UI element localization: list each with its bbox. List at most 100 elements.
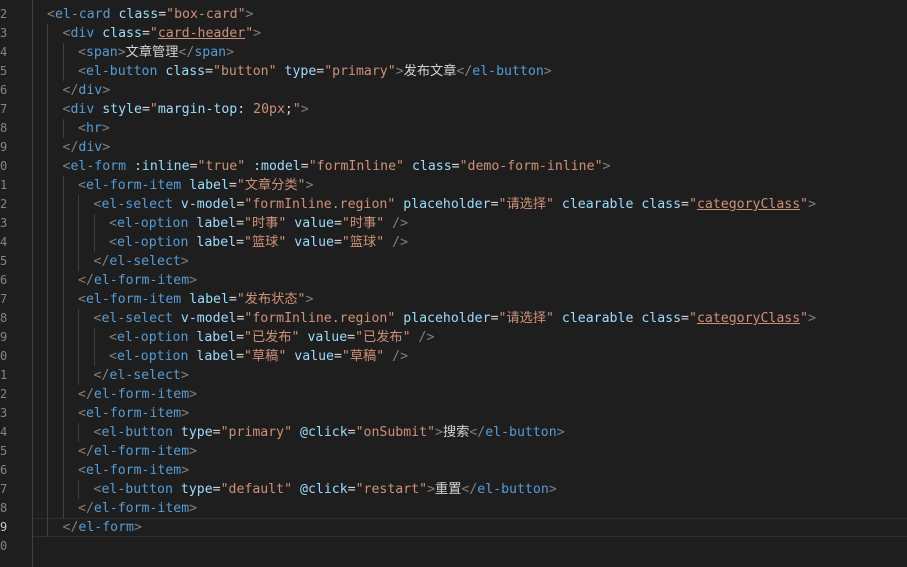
code-token: </ [469, 425, 486, 440]
code-token: /> [392, 235, 409, 250]
code-line[interactable]: <hr> [78, 119, 110, 138]
code-token: </ [62, 83, 79, 98]
code-line[interactable]: </el-form> [63, 518, 142, 537]
code-line[interactable]: <el-select v-model="formInline.region" p… [94, 309, 817, 328]
code-line[interactable]: <el-form-item> [78, 461, 189, 480]
code-token: > [543, 64, 552, 79]
line-number: 2 [0, 7, 8, 21]
code-editor[interactable]: 23456789012345678901234567890 <el-card c… [0, 0, 907, 567]
code-line[interactable]: <el-select v-model="formInline.region" p… [94, 195, 817, 214]
code-line[interactable]: <el-option label="篮球" value="篮球" /> [109, 233, 408, 252]
code-line[interactable]: </el-form-item> [78, 271, 197, 290]
code-token: " [800, 311, 809, 326]
code-token: div [78, 83, 103, 98]
code-token: label [196, 349, 237, 364]
code-token: el-form [70, 159, 127, 174]
code-token: hr [85, 121, 102, 136]
code-token: el-button [485, 425, 557, 440]
code-line[interactable]: <el-option label="已发布" value="已发布" /> [109, 328, 434, 347]
code-token: "default" [220, 482, 293, 497]
code-token: < [78, 292, 86, 307]
code-token: type [284, 64, 317, 79]
code-token: el-option [116, 235, 189, 250]
code-token: > [117, 45, 126, 60]
code-line[interactable]: <el-option label="时事" value="时事" /> [109, 214, 408, 233]
code-line[interactable]: </el-form-item> [78, 385, 197, 404]
code-token: </ [78, 444, 94, 459]
code-token: </ [178, 45, 195, 60]
indent-guide [62, 43, 64, 81]
code-token: " [689, 197, 697, 212]
code-line[interactable]: <div style="margin-top: 20px;"> [63, 100, 309, 119]
code-token: label [196, 235, 237, 250]
code-token: "primary" [324, 64, 396, 79]
code-token: ; [284, 102, 293, 117]
code-token: < [109, 235, 117, 250]
code-token: el-form-item [85, 463, 182, 478]
code-token: > [556, 425, 565, 440]
code-token: el-form-item [85, 178, 182, 193]
code-line[interactable]: </el-select> [94, 366, 189, 385]
code-line[interactable]: <el-form-item label="发布状态"> [78, 290, 313, 309]
code-line[interactable]: <el-form-item label="文章分类"> [78, 176, 313, 195]
code-token: el-form-item [93, 273, 190, 288]
code-token: > [548, 482, 557, 497]
code-token: = [236, 330, 245, 345]
code-line[interactable]: </el-form-item> [78, 499, 197, 518]
code-line[interactable]: <div class="card-header"> [63, 24, 262, 43]
code-token: > [808, 197, 817, 212]
code-line[interactable]: <el-form-item> [78, 404, 189, 423]
code-line[interactable]: <el-form :inline="true" :model="formInli… [63, 157, 611, 176]
code-token: < [78, 406, 86, 421]
code-line[interactable]: </el-form-item> [78, 442, 197, 461]
code-token: 20px [253, 102, 285, 117]
code-line[interactable]: <span>文章管理</span> [78, 43, 234, 62]
code-line[interactable]: <el-option label="草稿" value="草稿" /> [109, 347, 408, 366]
code-line[interactable]: </el-select> [94, 252, 189, 271]
line-number: 1 [0, 178, 8, 192]
code-token: type [180, 482, 213, 497]
code-token: "篮球" [244, 235, 287, 250]
code-token: "时事" [341, 216, 385, 231]
code-line[interactable]: </div> [63, 81, 111, 100]
code-line[interactable]: <el-card class="box-card"> [47, 5, 254, 24]
code-token: > [305, 178, 314, 193]
code-token: class [102, 26, 142, 41]
code-token: = [236, 235, 245, 250]
code-token: el-select [101, 311, 173, 326]
code-token: "formInline.region" [244, 197, 396, 212]
code-token: v-model [180, 311, 237, 326]
code-line[interactable]: <el-button class="button" type="primary"… [78, 62, 552, 81]
code-token: : [237, 102, 254, 117]
code-token: </ [93, 368, 110, 383]
code-token: el-button [472, 64, 544, 79]
line-number: 2 [0, 197, 8, 211]
code-token: = [681, 311, 689, 326]
code-token: = [236, 349, 245, 364]
code-token: "restart" [355, 482, 428, 497]
code-token: "文章分类" [236, 178, 306, 193]
code-token: = [333, 349, 342, 364]
code-token: @click [300, 425, 348, 440]
code-token: > [180, 368, 189, 383]
code-token: clearable [561, 311, 634, 326]
code-line[interactable]: <el-button type="default" @click="restar… [94, 480, 557, 499]
code-token: < [109, 330, 117, 345]
indent-guide [78, 423, 79, 442]
code-token: = [300, 159, 309, 174]
code-token: < [78, 178, 86, 193]
code-line[interactable]: </div> [63, 138, 111, 157]
line-number: 3 [0, 216, 8, 230]
code-token: "已发布" [355, 330, 411, 345]
code-token: el-form-item [93, 501, 190, 516]
code-token: categoryClass [696, 311, 801, 326]
code-token: :inline [133, 159, 190, 174]
code-line[interactable]: <el-button type="primary" @click="onSubm… [94, 423, 565, 442]
code-token: value [307, 330, 348, 345]
code-token: span [85, 45, 118, 60]
